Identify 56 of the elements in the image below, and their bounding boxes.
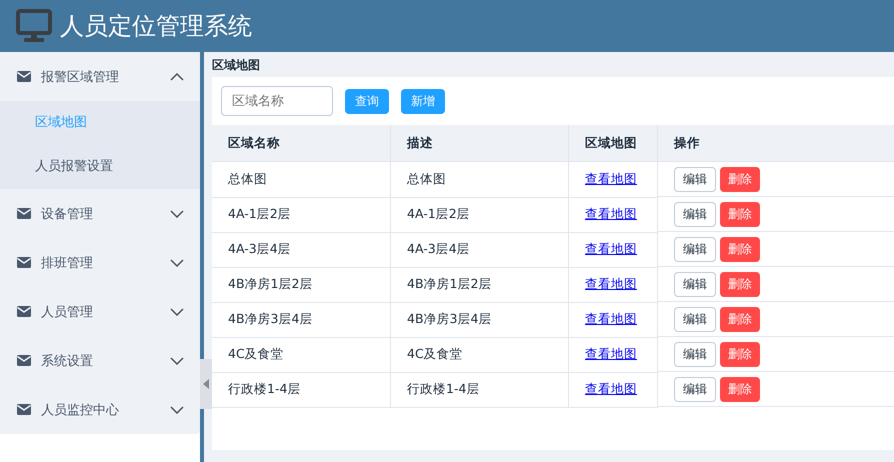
table-cell: 行政楼1-4层 xyxy=(212,372,390,407)
menu-group[interactable]: 排班管理 xyxy=(0,238,200,287)
mail-icon xyxy=(17,257,31,268)
column-header: 区域名称 xyxy=(212,125,390,162)
table-cell: 4B净房1层2层 xyxy=(390,267,568,302)
table-cell: 4C及食堂 xyxy=(212,337,390,372)
delete-button[interactable]: 删除 xyxy=(720,306,760,332)
delete-button[interactable]: 删除 xyxy=(720,202,760,226)
delete-button[interactable]: 删除 xyxy=(720,376,760,402)
edit-button[interactable]: 编辑 xyxy=(674,202,716,226)
mail-icon xyxy=(17,306,31,317)
monitor-icon xyxy=(16,9,52,43)
table-cell: 4A-3层4层 xyxy=(390,232,568,267)
delete-button[interactable]: 删除 xyxy=(720,342,760,366)
chevron-up-icon xyxy=(170,72,184,80)
chevron-down-icon xyxy=(170,308,184,316)
table-cell: 4A-1层2层 xyxy=(390,197,568,232)
collapse-handle[interactable] xyxy=(200,359,212,409)
edit-button[interactable]: 编辑 xyxy=(674,342,716,366)
column-header: 区域地图 xyxy=(568,125,658,162)
table-cell: 4B净房3层4层 xyxy=(390,302,568,337)
table-cell: 总体图 xyxy=(212,162,390,197)
edit-button[interactable]: 编辑 xyxy=(674,376,716,402)
delete-button[interactable]: 删除 xyxy=(720,236,760,262)
table-cell: 4A-1层2层 xyxy=(212,197,390,232)
search-field[interactable]: 区域名称 xyxy=(221,86,333,116)
chevron-down-icon xyxy=(170,210,184,218)
mail-icon xyxy=(17,208,31,219)
chevron-down-icon xyxy=(170,258,184,266)
column-header: 操作 xyxy=(658,125,894,162)
edit-button[interactable]: 编辑 xyxy=(674,166,716,192)
menu-group[interactable]: 人员监控中心 xyxy=(0,385,200,434)
menu-group[interactable]: 人员管理 xyxy=(0,287,200,336)
menu-item[interactable]: 人员报警设置 xyxy=(0,145,200,189)
delete-button[interactable]: 删除 xyxy=(720,166,760,192)
table-cell: 4A-3层4层 xyxy=(212,232,390,267)
chevron-down-icon xyxy=(170,356,184,364)
chevron-down-icon xyxy=(170,406,184,414)
mail-icon xyxy=(17,71,31,82)
delete-button[interactable]: 删除 xyxy=(720,272,760,296)
edit-button[interactable]: 编辑 xyxy=(674,272,716,296)
column-header: 描述 xyxy=(390,125,568,162)
table-cell: 4B净房3层4层 xyxy=(212,302,390,337)
edit-button[interactable]: 编辑 xyxy=(674,236,716,262)
page-title: 区域地图 xyxy=(212,57,261,74)
app-title: 人员定位管理系统 xyxy=(60,11,252,42)
mail-icon xyxy=(17,355,31,366)
table-cell: 总体图 xyxy=(390,162,568,197)
menu-group[interactable]: 设备管理 xyxy=(0,189,200,238)
menu-group[interactable]: 报警区域管理 xyxy=(0,52,200,101)
menu-group[interactable]: 系统设置 xyxy=(0,336,200,385)
mail-icon xyxy=(17,404,31,415)
edit-button[interactable]: 编辑 xyxy=(674,306,716,332)
table-cell: 行政楼1-4层 xyxy=(390,372,568,407)
table-cell: 4B净房1层2层 xyxy=(212,267,390,302)
table-cell: 4C及食堂 xyxy=(390,337,568,372)
